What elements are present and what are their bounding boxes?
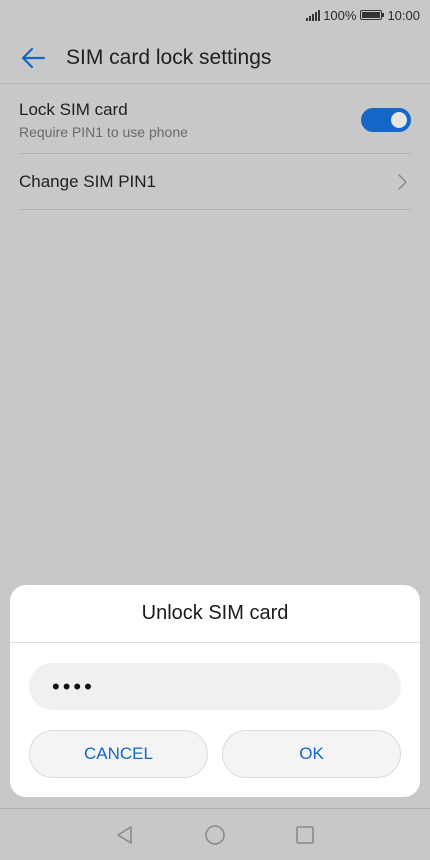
battery-percent: 100% (323, 7, 357, 23)
page-title: SIM card lock settings (66, 45, 272, 69)
change-sim-pin-title: Change SIM PIN1 (19, 171, 157, 191)
lock-sim-card-toggle[interactable] (361, 107, 411, 132)
toggle-knob (391, 111, 407, 128)
back-button[interactable] (0, 32, 66, 84)
change-sim-pin-row[interactable]: Change SIM PIN1 (19, 154, 411, 210)
dialog-title: Unlock SIM card (10, 585, 420, 643)
pin-input[interactable]: •••• (29, 663, 401, 710)
unlock-sim-dialog: Unlock SIM card •••• CANCEL OK (10, 585, 420, 797)
home-circle-icon[interactable] (204, 824, 226, 846)
ok-button[interactable]: OK (222, 730, 401, 778)
chevron-right-icon (398, 173, 407, 190)
lock-sim-card-title: Lock SIM card (19, 99, 128, 119)
battery-icon (360, 10, 385, 20)
toolbar: SIM card lock settings (0, 32, 430, 84)
cancel-button[interactable]: CANCEL (29, 730, 208, 778)
signal-icon (306, 9, 321, 21)
arrow-left-icon (21, 47, 46, 68)
back-triangle-icon[interactable] (115, 825, 135, 845)
lock-sim-card-row[interactable]: Lock SIM card Require PIN1 to use phone (19, 86, 411, 154)
status-bar: 100% 10:00 (0, 0, 430, 30)
lock-sim-card-subtitle: Require PIN1 to use phone (19, 123, 188, 140)
lock-sim-card-text: Lock SIM card Require PIN1 to use phone (19, 100, 188, 140)
clock: 10:00 (387, 7, 420, 23)
settings-list: Lock SIM card Require PIN1 to use phone … (19, 86, 411, 210)
navigation-bar (0, 808, 430, 860)
recents-square-icon[interactable] (295, 825, 315, 845)
